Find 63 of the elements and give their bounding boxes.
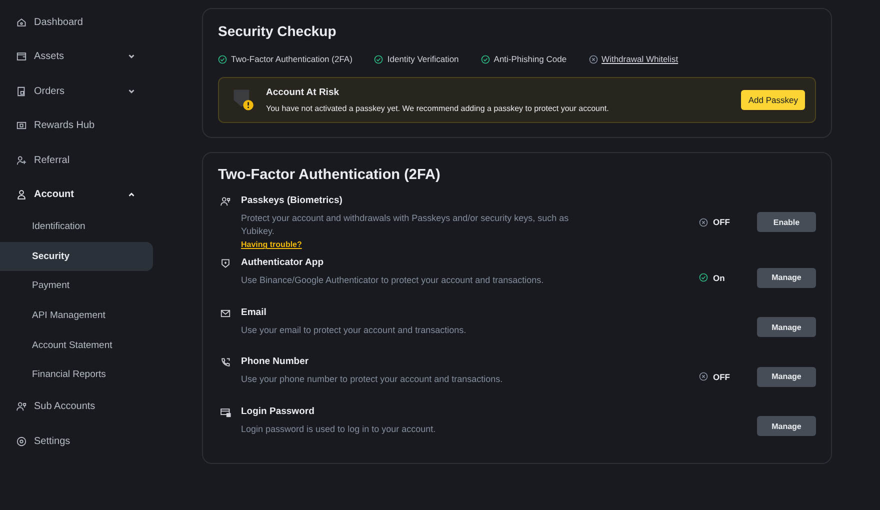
phone-icon (220, 357, 231, 368)
card-title: Security Checkup (218, 23, 338, 39)
method-title: Login Password (241, 406, 316, 417)
check-icon (218, 54, 227, 64)
sidebar-subitem[interactable]: Financial Reports (0, 360, 153, 390)
method-title: Phone Number (241, 356, 310, 368)
cross-circle-icon (699, 372, 708, 382)
check-icon (480, 54, 490, 64)
check-icon (699, 273, 708, 282)
method-title: Passkeys (Biometrics) (241, 195, 344, 206)
method-description: Use your email to protect your account and transactions. (241, 324, 468, 336)
mail-icon (220, 308, 231, 319)
alert-title: Account At Risk (266, 87, 340, 98)
ticket-icon (16, 120, 27, 132)
sidebar-subitem[interactable]: Account Statement (0, 330, 153, 360)
sidebar-item[interactable]: Assets (0, 40, 200, 74)
sidebar-item[interactable]: Referral (0, 143, 200, 178)
warning-shield-icon (232, 88, 256, 112)
add-passkey-button[interactable]: Add Passkey (741, 90, 805, 110)
add-user-icon (16, 154, 27, 166)
check-label: Two-Factor Authentication (2FA) (231, 54, 352, 64)
check-label: Anti-Phishing Code (494, 54, 567, 64)
sidebar-item[interactable]: Account (0, 178, 200, 212)
status-label: OFF (713, 217, 730, 228)
status-label: OFF (713, 372, 730, 382)
cross-circle-icon (699, 218, 708, 227)
method-button[interactable]: Manage (757, 268, 816, 288)
password-icon (220, 406, 231, 418)
method-button[interactable]: Enable (757, 212, 816, 232)
method-button[interactable]: Manage (757, 317, 816, 338)
cross-circle-icon (588, 54, 598, 64)
sidebar-item[interactable]: Orders (0, 74, 200, 108)
status-label: On (713, 272, 725, 283)
help-link[interactable]: Having trouble? (241, 240, 302, 250)
check-icon (374, 54, 384, 64)
house-icon (16, 16, 27, 28)
method-description: Use Binance/Google Authenticator to protect your account and transactions. (241, 274, 545, 287)
users-icon (220, 196, 231, 207)
method-title: Authenticator App (241, 257, 325, 268)
check-label: Identity Verification (387, 54, 459, 64)
wallet-icon (16, 51, 27, 62)
sidebar-subitem[interactable]: API Management (0, 300, 153, 330)
sidebar-item[interactable]: Sub Accounts (0, 390, 200, 424)
sidebar-item[interactable]: Rewards Hub (0, 108, 200, 143)
document-icon (16, 86, 27, 97)
method-button[interactable]: Manage (757, 416, 816, 436)
sidebar-subitem[interactable]: Security (0, 242, 153, 272)
card-title: Two-Factor Authentication (2FA) (218, 167, 442, 183)
users-icon (16, 401, 27, 412)
check-link[interactable]: Withdrawal Whitelist (602, 54, 678, 64)
method-title: Email (241, 306, 268, 318)
method-description: Protect your account and withdrawals with Passkeys and/or security keys, such as Yubikey. (241, 212, 570, 238)
method-description: Use your phone number to protect your account and transactions. (241, 373, 504, 386)
method-button[interactable]: Manage (757, 366, 816, 387)
sidebar-item[interactable]: Settings (0, 424, 200, 459)
sidebar-item[interactable]: Dashboard (0, 5, 200, 40)
sidebar-subitem[interactable]: Payment (0, 271, 153, 301)
sidebar-subitem[interactable]: Identification (0, 212, 153, 242)
user-icon (16, 189, 27, 200)
method-description: Login password is used to log in to your account. (241, 422, 437, 436)
shield-icon (220, 258, 231, 270)
settings-icon (16, 436, 27, 447)
alert-message: You have not activated a passkey yet. We recommend adding a passkey to protect your account. (266, 104, 610, 113)
